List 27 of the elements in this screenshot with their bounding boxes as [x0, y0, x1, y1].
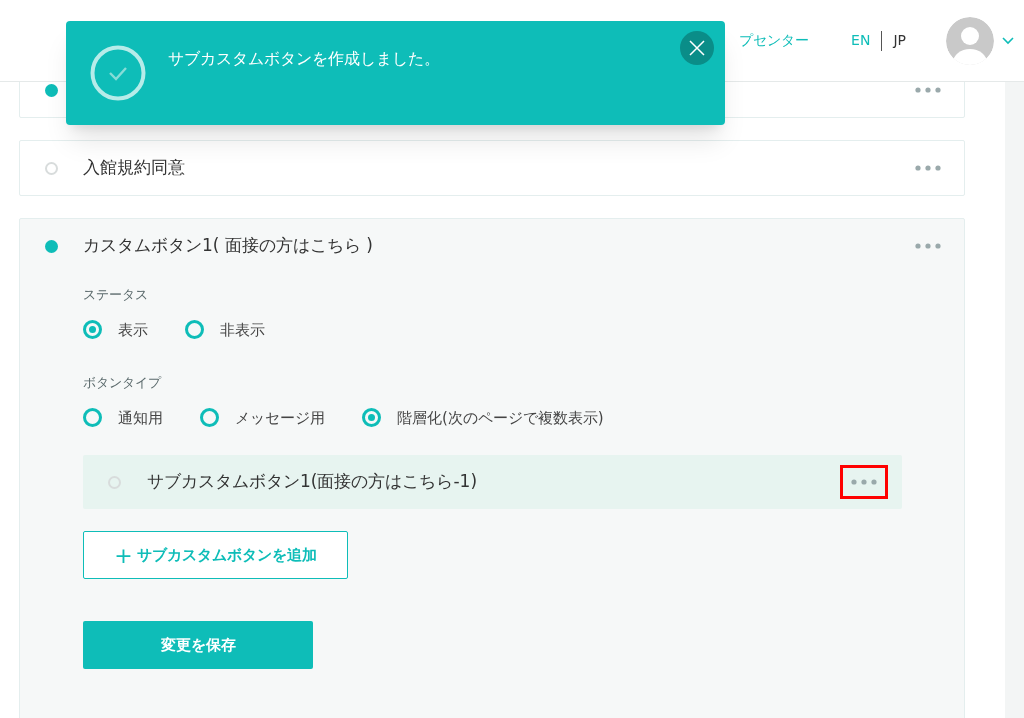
toast-message: サブカスタムボタンを作成しました。: [168, 48, 440, 70]
more-icon[interactable]: [851, 479, 877, 485]
card-title[interactable]: 入館規約同意: [83, 155, 915, 181]
radio-icon[interactable]: [185, 320, 204, 340]
language-link[interactable]: JP: [893, 30, 906, 51]
close-button[interactable]: [680, 31, 714, 65]
radio-option[interactable]: 通知用: [83, 406, 163, 429]
section-label: ステータス: [83, 286, 149, 304]
sub-button-title: サブカスタムボタン1(面接の方はこちら-1): [147, 470, 479, 494]
card-title[interactable]: カスタムボタン1( 面接の方はこちら ): [83, 233, 915, 259]
check-circle-icon: [90, 45, 146, 101]
sub-button-row[interactable]: サブカスタムボタン1(面接の方はこちら-1): [83, 455, 902, 509]
radio-icon[interactable]: [200, 408, 219, 428]
radio-option[interactable]: 階層化(次のページで複数表示): [362, 406, 604, 429]
radio-option[interactable]: メッセージ用: [200, 406, 325, 429]
more-icon[interactable]: [915, 87, 941, 93]
radio-icon[interactable]: [83, 408, 102, 428]
avatar-icon[interactable]: [946, 16, 994, 65]
radio-option[interactable]: 非表示: [185, 318, 265, 341]
more-icon[interactable]: [915, 165, 941, 171]
chevron-down-icon[interactable]: [1002, 36, 1014, 45]
radio-icon[interactable]: [83, 320, 102, 340]
section-label: ボタンタイプ: [83, 374, 163, 392]
radio-icon[interactable]: [362, 408, 381, 428]
more-icon[interactable]: [915, 243, 941, 249]
close-icon: [689, 40, 705, 56]
radio-option[interactable]: 表示: [83, 318, 148, 341]
